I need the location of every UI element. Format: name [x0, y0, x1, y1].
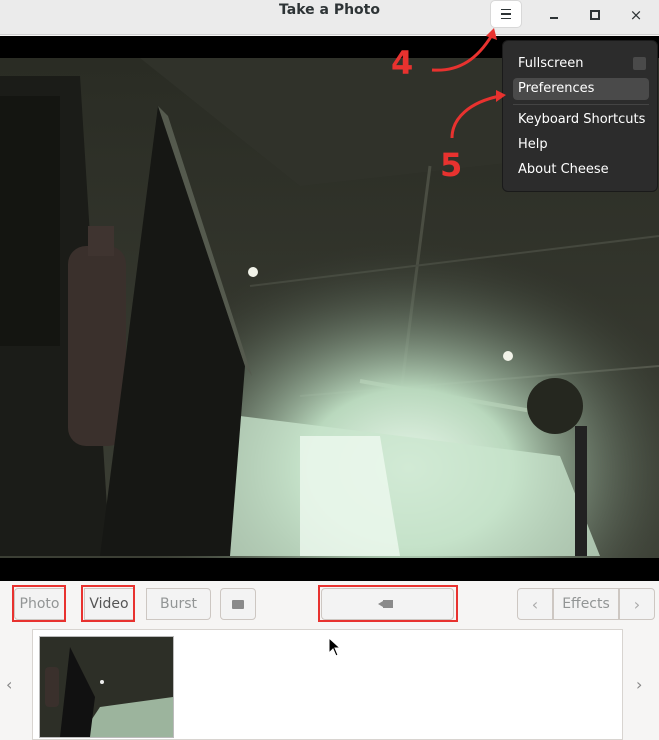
- hamburger-icon: [501, 8, 511, 20]
- video-mode-label: Video: [89, 596, 129, 612]
- effects-label: Effects: [562, 596, 610, 612]
- menu-button[interactable]: [490, 0, 522, 28]
- chevron-right-icon: ›: [633, 594, 641, 614]
- photo-thumbnail[interactable]: [39, 636, 174, 738]
- close-icon: ×: [629, 6, 643, 24]
- maximize-icon: [590, 10, 600, 20]
- minimize-icon: [550, 17, 558, 19]
- annotation-step-4: 4: [391, 44, 414, 82]
- close-button[interactable]: ×: [620, 2, 652, 28]
- effects-button[interactable]: Effects: [553, 588, 619, 620]
- photo-thumbnail-image: [40, 637, 173, 737]
- switch-camera-icon: [232, 599, 244, 609]
- menu-item-fullscreen[interactable]: Fullscreen: [513, 53, 649, 75]
- burst-mode-button[interactable]: Burst: [146, 588, 211, 620]
- annotation-step-5: 5: [440, 146, 463, 184]
- effects-next-button[interactable]: ›: [619, 588, 655, 620]
- menu-item-keyboard-shortcuts[interactable]: Keyboard Shortcuts: [513, 109, 649, 131]
- header-bar: Take a Photo ×: [0, 0, 659, 35]
- effects-prev-button[interactable]: ‹: [517, 588, 553, 620]
- menu-item-keyboard-shortcuts-label: Keyboard Shortcuts: [518, 112, 646, 127]
- burst-mode-label: Burst: [159, 596, 198, 612]
- fullscreen-checkbox[interactable]: [633, 57, 646, 70]
- capture-button[interactable]: [321, 588, 454, 620]
- mouse-cursor-icon: [328, 637, 342, 657]
- app-menu-popover: Fullscreen Preferences Keyboard Shortcut…: [502, 40, 658, 192]
- menu-item-preferences[interactable]: Preferences: [513, 78, 649, 100]
- cheese-window: Take a Photo × Fullscreen Preferences Ke…: [0, 0, 659, 740]
- photo-mode-button[interactable]: Photo: [14, 588, 65, 620]
- camera-icon: [377, 600, 393, 608]
- menu-item-about-label: About Cheese: [518, 162, 609, 177]
- menu-separator: [513, 104, 649, 105]
- menu-item-preferences-label: Preferences: [518, 81, 595, 96]
- menu-item-fullscreen-label: Fullscreen: [518, 56, 584, 71]
- menu-item-help[interactable]: Help: [513, 134, 649, 156]
- strip-prev-button[interactable]: ‹: [6, 675, 12, 694]
- chevron-left-icon: ‹: [531, 594, 539, 614]
- menu-item-help-label: Help: [518, 137, 548, 152]
- strip-next-button[interactable]: ›: [636, 675, 642, 694]
- minimize-button[interactable]: [538, 2, 570, 28]
- video-mode-button[interactable]: Video: [84, 588, 134, 620]
- maximize-button[interactable]: [579, 2, 611, 28]
- switch-camera-button[interactable]: [220, 588, 256, 620]
- photo-mode-label: Photo: [19, 596, 60, 612]
- menu-item-about[interactable]: About Cheese: [513, 159, 649, 181]
